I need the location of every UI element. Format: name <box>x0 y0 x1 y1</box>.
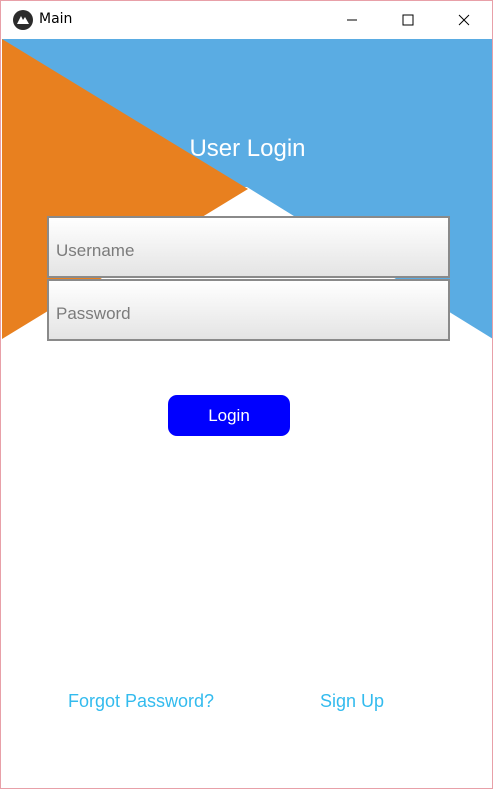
login-screen: User Login Login Forgot Password? Sign U… <box>2 39 492 788</box>
password-field[interactable] <box>47 279 450 341</box>
title-bar[interactable]: Main <box>1 1 492 38</box>
username-input[interactable] <box>49 218 448 276</box>
kivy-app-icon <box>13 10 33 30</box>
maximize-button[interactable] <box>385 1 431 38</box>
password-input[interactable] <box>49 281 448 339</box>
close-icon <box>458 14 470 25</box>
sign-up-link[interactable]: Sign Up <box>320 691 384 712</box>
page-title: User Login <box>189 135 306 162</box>
minimize-icon <box>347 19 357 20</box>
maximize-icon <box>402 14 414 25</box>
username-field[interactable] <box>47 216 450 278</box>
app-window: Main User Login Username Login Forgot Pa… <box>0 0 493 789</box>
minimize-button[interactable] <box>329 1 375 38</box>
close-button[interactable] <box>441 1 487 38</box>
window-title: Main <box>39 11 73 27</box>
forgot-password-link[interactable]: Forgot Password? <box>68 691 214 712</box>
login-button[interactable]: Login <box>168 395 290 436</box>
